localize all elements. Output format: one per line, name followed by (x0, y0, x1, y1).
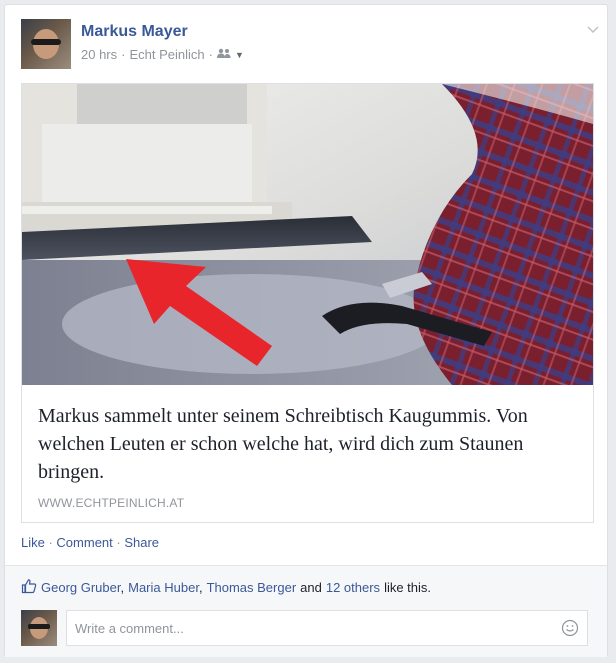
link-preview[interactable]: Markus sammelt unter seinem Schreibtisch… (21, 83, 594, 523)
liker-link[interactable]: Georg Gruber (41, 580, 121, 595)
friends-icon[interactable] (216, 48, 231, 61)
like-link[interactable]: Like (21, 535, 45, 550)
chevron-down-icon[interactable] (587, 23, 599, 37)
link-title[interactable]: Markus sammelt unter seinem Schreibtisch… (38, 402, 578, 486)
post-card: Markus Mayer 20 hrs · Echt Peinlich · ▼ (4, 4, 608, 657)
link-domain: WWW.ECHTPEINLICH.AT (38, 496, 185, 510)
post-page[interactable]: Echt Peinlich (129, 47, 204, 62)
author-name[interactable]: Markus Mayer (81, 23, 188, 41)
likes-and: and (300, 580, 322, 595)
comment-composer (21, 610, 591, 650)
audience-dropdown-icon[interactable]: ▼ (235, 50, 244, 60)
post-actions: Like · Comment · Share (21, 535, 159, 550)
comment-input[interactable] (67, 611, 563, 645)
feedback-area: Georg Gruber, Maria Huber, Thomas Berger… (5, 565, 607, 657)
likes-suffix: like this. (384, 580, 432, 595)
author-avatar[interactable] (21, 19, 71, 69)
meta-separator: · (208, 47, 213, 62)
smiley-icon[interactable] (561, 619, 579, 637)
comment-box[interactable] (66, 610, 588, 646)
action-separator: · (112, 535, 125, 550)
action-separator: · (44, 535, 57, 550)
meta-separator: · (121, 47, 126, 62)
comment-link[interactable]: Comment (56, 535, 112, 550)
thumbs-up-icon (21, 578, 37, 597)
likes-summary: Georg Gruber, Maria Huber, Thomas Berger… (21, 578, 431, 597)
post-time[interactable]: 20 hrs (81, 47, 117, 62)
post-meta: 20 hrs · Echt Peinlich · ▼ (81, 47, 244, 62)
others-link[interactable]: 12 others (326, 580, 380, 595)
liker-link[interactable]: Maria Huber (128, 580, 199, 595)
post-header: Markus Mayer 20 hrs · Echt Peinlich · ▼ (21, 19, 599, 75)
share-link[interactable]: Share (124, 535, 159, 550)
liker-link[interactable]: Thomas Berger (207, 580, 297, 595)
link-image[interactable] (22, 84, 593, 385)
commenter-avatar[interactable] (21, 610, 57, 646)
